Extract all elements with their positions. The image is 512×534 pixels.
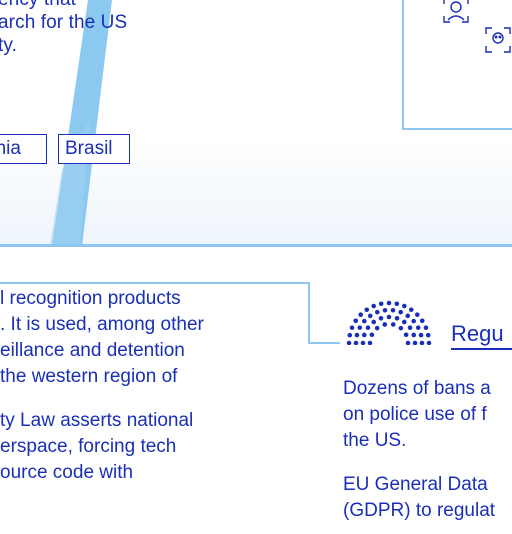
regulation-title-underline [451, 348, 512, 350]
text-line: erspace, forcing tech [0, 436, 177, 457]
face-scan-icon [485, 27, 511, 53]
story-paragraph: ency that arch for the US ty. [0, 0, 208, 57]
connector-line [0, 282, 310, 284]
face-scan-icon [443, 0, 469, 23]
text-line: Dozens of bans a [343, 378, 491, 399]
text-line: (GDPR) to regulat [343, 500, 496, 521]
text-line: the western region of [0, 366, 178, 387]
paragraph: l recognition products . It is used, amo… [0, 286, 300, 390]
paragraph: ty Law asserts national erspace, forcing… [0, 408, 300, 486]
connector-elbow [308, 282, 340, 344]
text-line: ty Law asserts national [0, 410, 194, 431]
text-line: l recognition products [0, 288, 181, 309]
text-line: the US. [343, 430, 407, 451]
paragraph: EU General Data (GDPR) to regulat [343, 472, 512, 524]
text-line: . It is used, among other [0, 314, 204, 335]
text-line: EU General Data [343, 474, 488, 495]
section-divider [0, 244, 512, 247]
paragraph: Dozens of bans a on police use of f the … [343, 376, 512, 454]
text-line: ource code with [0, 462, 134, 483]
story-line: ty. [0, 35, 17, 56]
text-line: eillance and detention [0, 340, 185, 361]
text-line: on police use of f [343, 404, 487, 425]
story-line: arch for the US [0, 12, 128, 33]
parliament-icon [346, 300, 432, 345]
tag-armenia[interactable]: enia [0, 134, 47, 164]
regulation-text: Dozens of bans a on police use of f the … [343, 376, 512, 534]
lower-left-text: l recognition products . It is used, amo… [0, 286, 300, 496]
story-line: ency that [0, 0, 208, 11]
tag-brasil[interactable]: Brasil [58, 134, 130, 164]
face-recognition-panel [402, 0, 512, 130]
regulation-title[interactable]: Regu [451, 320, 504, 348]
